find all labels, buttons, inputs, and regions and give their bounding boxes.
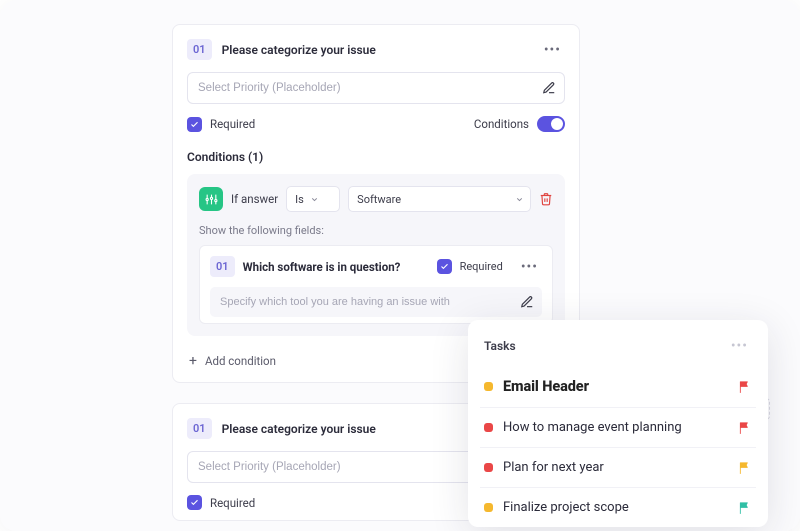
task-label: Plan for next year: [503, 460, 728, 475]
status-bullet: [484, 463, 493, 472]
field-title: Please categorize your issue: [222, 43, 530, 57]
edit-icon[interactable]: [520, 295, 534, 309]
show-fields-label: Show the following fields:: [199, 224, 553, 237]
required-label: Required: [210, 117, 255, 131]
conditions-label: Conditions: [474, 117, 529, 131]
required-label: Required: [210, 496, 255, 510]
condition-icon: [199, 187, 223, 211]
flag-icon[interactable]: [738, 461, 752, 475]
task-label: Finalize project scope: [503, 500, 728, 515]
chevron-down-icon: [515, 195, 524, 204]
nested-field-title: Which software is in question?: [243, 260, 429, 274]
priority-select[interactable]: [187, 72, 565, 104]
nested-required-checkbox[interactable]: [437, 259, 452, 274]
tasks-panel: Tasks ••• Email Header How to manage even…: [468, 320, 768, 527]
task-row[interactable]: Email Header: [480, 366, 756, 407]
tasks-title: Tasks: [484, 339, 516, 353]
nested-field-number: 01: [210, 256, 235, 277]
nested-field: 01 Which software is in question? Requir…: [199, 245, 553, 324]
status-bullet: [484, 423, 493, 432]
required-checkbox[interactable]: [187, 495, 202, 510]
task-row[interactable]: Finalize project scope: [480, 487, 756, 527]
nested-more-menu-icon[interactable]: •••: [517, 257, 542, 277]
status-bullet: [484, 382, 493, 391]
plus-icon: +: [189, 354, 197, 368]
tasks-more-icon[interactable]: •••: [727, 336, 752, 356]
task-label: How to manage event planning: [503, 420, 728, 435]
nested-required-label: Required: [460, 260, 503, 273]
status-bullet: [484, 503, 493, 512]
task-row[interactable]: How to manage event planning: [480, 407, 756, 447]
condition-box: If answer Is Software Show the following…: [187, 174, 565, 336]
nested-input[interactable]: [220, 296, 520, 308]
more-menu-icon[interactable]: •••: [540, 40, 565, 60]
operator-select[interactable]: Is: [286, 186, 340, 212]
priority-input[interactable]: [198, 82, 542, 94]
required-checkbox[interactable]: [187, 117, 202, 132]
task-label: Email Header: [503, 378, 728, 395]
delete-icon[interactable]: [539, 192, 553, 206]
chevron-down-icon: [310, 195, 319, 204]
field-number-badge: 01: [187, 418, 212, 439]
field-number-badge: 01: [187, 39, 212, 60]
conditions-toggle[interactable]: [537, 116, 565, 132]
task-row[interactable]: Plan for next year: [480, 447, 756, 487]
nested-input-row[interactable]: [210, 287, 542, 317]
edit-icon[interactable]: [542, 81, 556, 95]
conditions-count: Conditions (1): [187, 150, 565, 164]
flag-icon[interactable]: [738, 501, 752, 515]
flag-icon[interactable]: [738, 421, 752, 435]
value-select[interactable]: Software: [348, 186, 531, 212]
if-answer-label: If answer: [231, 192, 278, 206]
flag-icon[interactable]: [738, 380, 752, 394]
